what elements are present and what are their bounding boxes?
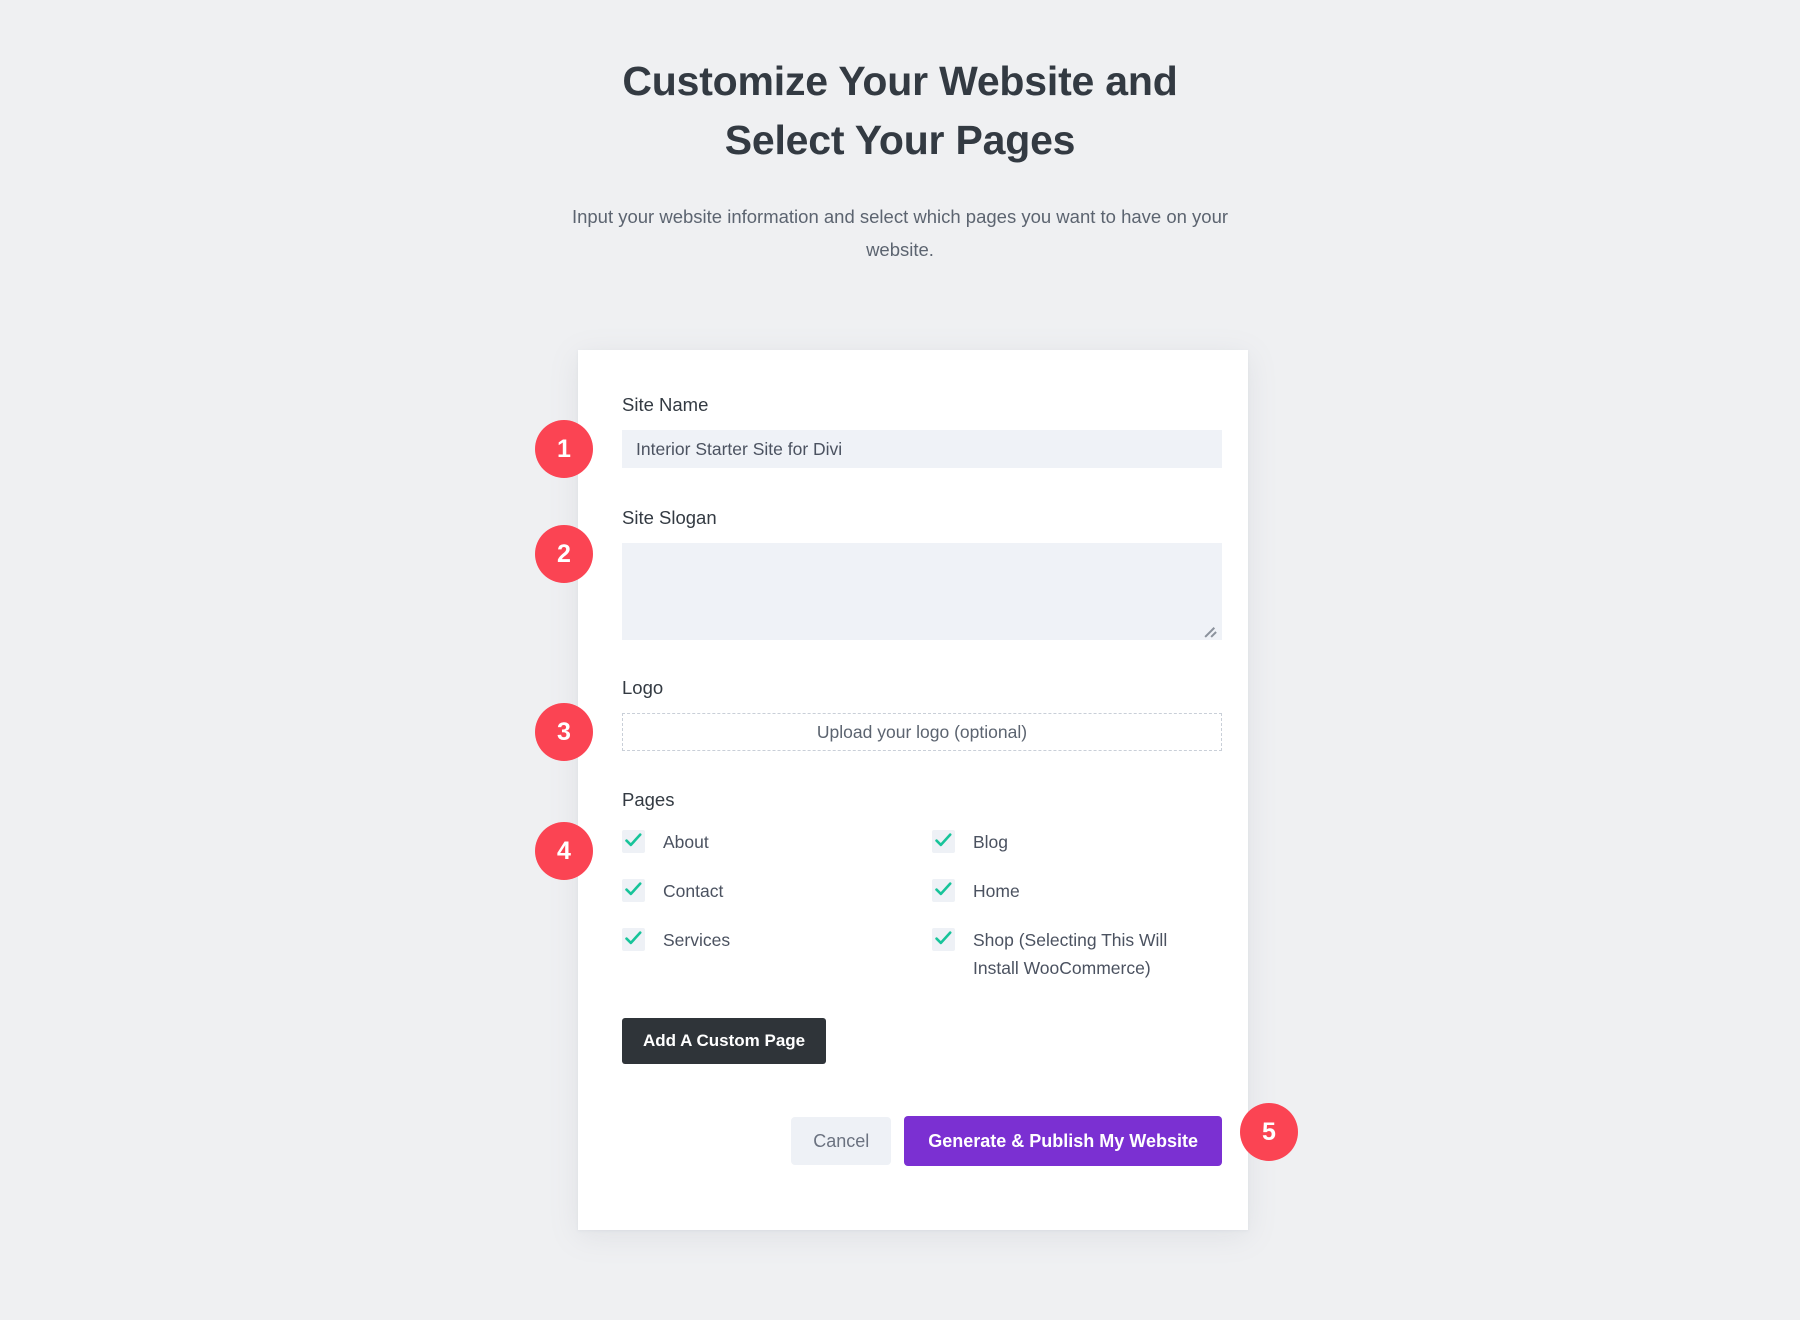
checkbox-about[interactable]	[622, 830, 645, 853]
step-badge-3: 3	[535, 703, 593, 761]
pages-label: Pages	[622, 789, 675, 810]
checkbox-blog[interactable]	[932, 830, 955, 853]
checkbox-home[interactable]	[932, 879, 955, 902]
site-slogan-textarea[interactable]	[622, 543, 1222, 640]
page-option-label: Services	[663, 930, 731, 950]
site-slogan-wrap	[622, 543, 1222, 640]
form-actions: Cancel Generate & Publish My Website	[622, 1116, 1222, 1166]
checkbox-contact[interactable]	[622, 879, 645, 902]
page-option-contact[interactable]: Contact	[622, 877, 932, 905]
check-icon	[625, 931, 642, 945]
check-icon	[625, 882, 642, 896]
step-badge-5: 5	[1240, 1103, 1298, 1161]
field-group-pages: Pages About Blog Contact Home Services S…	[622, 788, 1222, 1064]
field-group-logo: Logo Upload your logo (optional)	[622, 676, 1222, 751]
checkbox-shop[interactable]	[932, 928, 955, 951]
field-group-site-name: Site Name	[622, 393, 1222, 468]
checkbox-services[interactable]	[622, 928, 645, 951]
page-option-label: About	[663, 832, 709, 852]
field-group-site-slogan: Site Slogan	[622, 506, 1222, 640]
page-header: Customize Your Website and Select Your P…	[560, 52, 1240, 266]
page-option-blog[interactable]: Blog	[932, 828, 1222, 856]
generate-publish-button[interactable]: Generate & Publish My Website	[904, 1116, 1222, 1166]
onboarding-page: Customize Your Website and Select Your P…	[0, 0, 1800, 1320]
check-icon	[625, 833, 642, 847]
check-icon	[935, 833, 952, 847]
check-icon	[935, 931, 952, 945]
upload-logo-button[interactable]: Upload your logo (optional)	[622, 713, 1222, 751]
website-settings-card: Site Name Site Slogan Logo Upload your l…	[578, 350, 1248, 1230]
step-badge-2: 2	[535, 525, 593, 583]
page-option-label: Contact	[663, 881, 724, 901]
check-icon	[935, 882, 952, 896]
page-option-label: Shop (Selecting This Will Install WooCom…	[973, 930, 1168, 978]
pages-checkbox-grid: About Blog Contact Home Services Shop (S…	[622, 828, 1222, 982]
site-name-input[interactable]	[622, 430, 1222, 468]
step-badge-4: 4	[535, 822, 593, 880]
add-custom-page-button[interactable]: Add A Custom Page	[622, 1018, 827, 1064]
page-option-label: Home	[973, 881, 1020, 901]
page-option-home[interactable]: Home	[932, 877, 1222, 905]
site-name-label: Site Name	[622, 394, 709, 415]
step-badge-1: 1	[535, 420, 593, 478]
page-option-services[interactable]: Services	[622, 926, 932, 982]
page-option-shop[interactable]: Shop (Selecting This Will Install WooCom…	[932, 926, 1222, 982]
page-option-about[interactable]: About	[622, 828, 932, 856]
page-subtitle: Input your website information and selec…	[571, 206, 1229, 260]
site-slogan-label: Site Slogan	[622, 507, 717, 528]
logo-label: Logo	[622, 677, 664, 698]
card-content: Site Name Site Slogan Logo Upload your l…	[622, 393, 1222, 1166]
page-option-label: Blog	[973, 832, 1009, 852]
page-title: Customize Your Website and Select Your P…	[622, 58, 1178, 163]
cancel-button[interactable]: Cancel	[791, 1117, 892, 1165]
